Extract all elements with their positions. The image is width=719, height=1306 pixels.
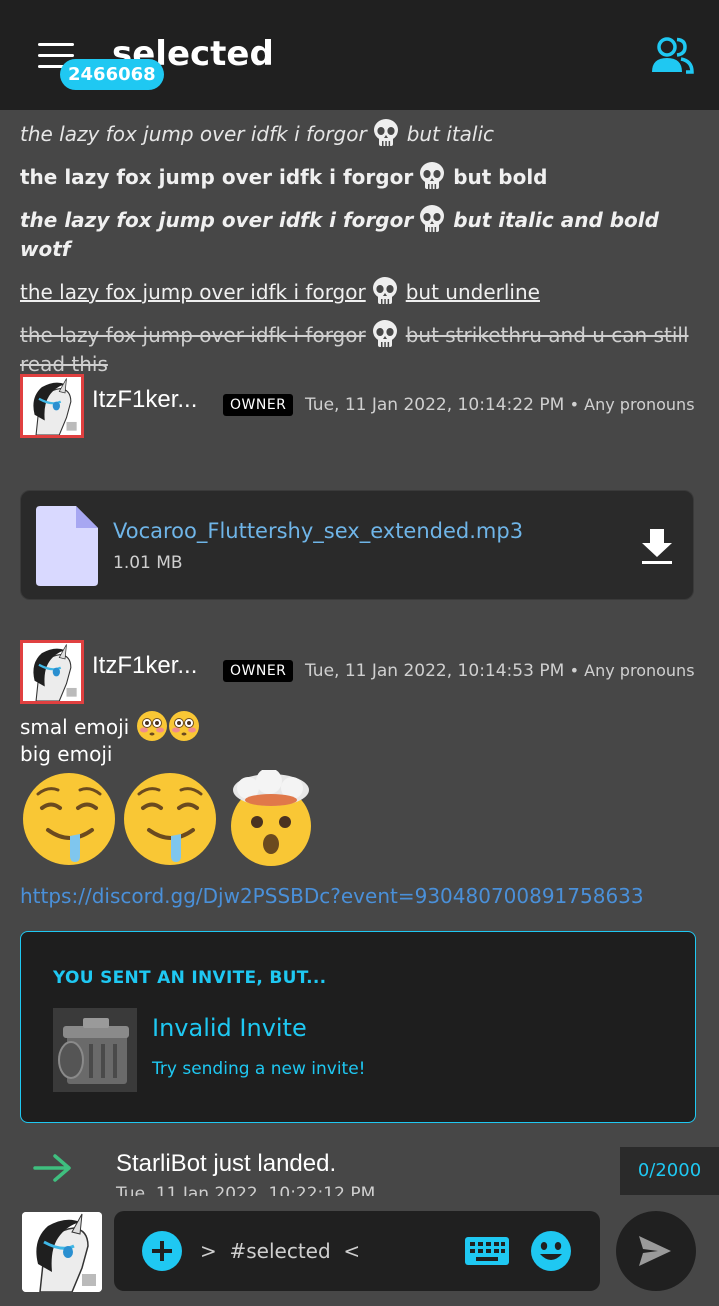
character-counter: 0/2000	[620, 1147, 719, 1195]
download-icon[interactable]	[640, 529, 674, 565]
bold-italic-line: the lazy fox jump over idfk i forgor but …	[20, 204, 700, 264]
formatted-message: the lazy fox jump over idfk i forgor but …	[20, 118, 700, 391]
bold-line: the lazy fox jump over idfk i forgor but …	[20, 161, 700, 192]
drooling-face-emoji-icon	[21, 771, 117, 867]
dumpster-icon	[53, 1008, 137, 1092]
message-text: smal emoji	[20, 715, 130, 739]
avatar[interactable]	[20, 374, 84, 438]
timestamp-text: Tue, 11 Jan 2022, 10:14:22 PM	[305, 395, 565, 415]
join-text: StarliBot just landed.	[116, 1150, 337, 1177]
skull-emoji-icon	[372, 320, 397, 347]
timestamp: Tue, 11 Jan 2022, 10:14:22 PM • Any pron…	[305, 395, 695, 415]
skull-emoji-icon	[372, 277, 397, 304]
users-icon[interactable]	[650, 36, 694, 74]
line-text: the lazy fox jump over idfk i forgor	[20, 208, 414, 232]
notification-badge: 2466068	[60, 59, 164, 90]
invite-heading: YOU SENT AN INVITE, BUT...	[53, 968, 327, 988]
line-text: the lazy fox jump over idfk i forgor	[20, 122, 367, 146]
invite-subtitle: Try sending a new invite!	[152, 1059, 366, 1079]
owner-badge: OWNER	[223, 660, 294, 682]
line-text: but italic	[406, 122, 495, 146]
exploding-head-emoji-icon	[231, 770, 311, 866]
avatar-image	[22, 1212, 102, 1292]
join-timestamp: Tue, 11 Jan 2022, 10:22:12 PM	[116, 1184, 376, 1196]
pronouns: • Any pronouns	[569, 395, 695, 414]
avatar-image	[23, 643, 81, 701]
invite-embed: YOU SENT AN INVITE, BUT... Invalid Invit…	[20, 931, 696, 1123]
strikethrough-line: the lazy fox jump over idfk i forgor but …	[20, 319, 700, 379]
arrow-right-icon	[33, 1154, 71, 1182]
invite-title: Invalid Invite	[152, 1014, 307, 1042]
line-text: but underline	[405, 280, 540, 304]
italic-line: the lazy fox jump over idfk i forgor but …	[20, 118, 700, 149]
system-join-message: StarliBot just landed. Tue, 11 Jan 2022,…	[0, 1140, 719, 1196]
file-icon	[36, 506, 98, 586]
author-name[interactable]: ItzF1ker...	[92, 652, 197, 680]
author-name[interactable]: ItzF1ker...	[92, 386, 197, 414]
send-icon	[639, 1236, 671, 1266]
avatar-image	[23, 377, 81, 435]
underline-line: the lazy fox jump over idfk i forgor but …	[20, 276, 700, 307]
smile-icon[interactable]	[530, 1230, 572, 1272]
skull-emoji-icon	[420, 205, 445, 232]
line-text: the lazy fox jump over idfk i forgor	[20, 280, 366, 304]
send-button[interactable]	[616, 1211, 696, 1291]
invite-link[interactable]: https://discord.gg/Djw2PSSBDc?event=9304…	[20, 884, 644, 908]
self-avatar[interactable]	[22, 1212, 102, 1292]
line-text: but bold	[453, 165, 548, 189]
file-size: 1.01 MB	[113, 553, 183, 573]
message-header: ItzF1ker... OWNER Tue, 11 Jan 2022, 10:1…	[20, 640, 710, 704]
skull-emoji-icon	[420, 162, 445, 189]
message-text: big emoji	[20, 742, 113, 766]
plus-circle-icon[interactable]	[142, 1231, 182, 1271]
line-text: the lazy fox jump over idfk i forgor	[20, 165, 414, 189]
message-composer	[114, 1211, 600, 1291]
timestamp-text: Tue, 11 Jan 2022, 10:14:53 PM	[305, 661, 565, 681]
flushed-emoji-icon	[168, 710, 200, 742]
message-input[interactable]	[200, 1233, 450, 1269]
file-name-link[interactable]: Vocaroo_Fluttershy_sex_extended.mp3	[113, 519, 523, 543]
pronouns: • Any pronouns	[569, 661, 695, 680]
top-bar: selected 2466068	[0, 0, 719, 110]
owner-badge: OWNER	[223, 394, 294, 416]
message-header: ItzF1ker... OWNER Tue, 11 Jan 2022, 10:1…	[20, 374, 710, 438]
flushed-emoji-icon	[136, 710, 168, 742]
file-attachment: Vocaroo_Fluttershy_sex_extended.mp3 1.01…	[20, 490, 694, 600]
drooling-face-emoji-icon	[122, 771, 218, 867]
message-line: smal emoji	[20, 710, 200, 742]
skull-emoji-icon	[373, 119, 398, 146]
avatar[interactable]	[20, 640, 84, 704]
keyboard-icon[interactable]	[465, 1237, 509, 1265]
timestamp: Tue, 11 Jan 2022, 10:14:53 PM • Any pron…	[305, 661, 695, 681]
line-text: the lazy fox jump over idfk i forgor	[20, 323, 366, 347]
